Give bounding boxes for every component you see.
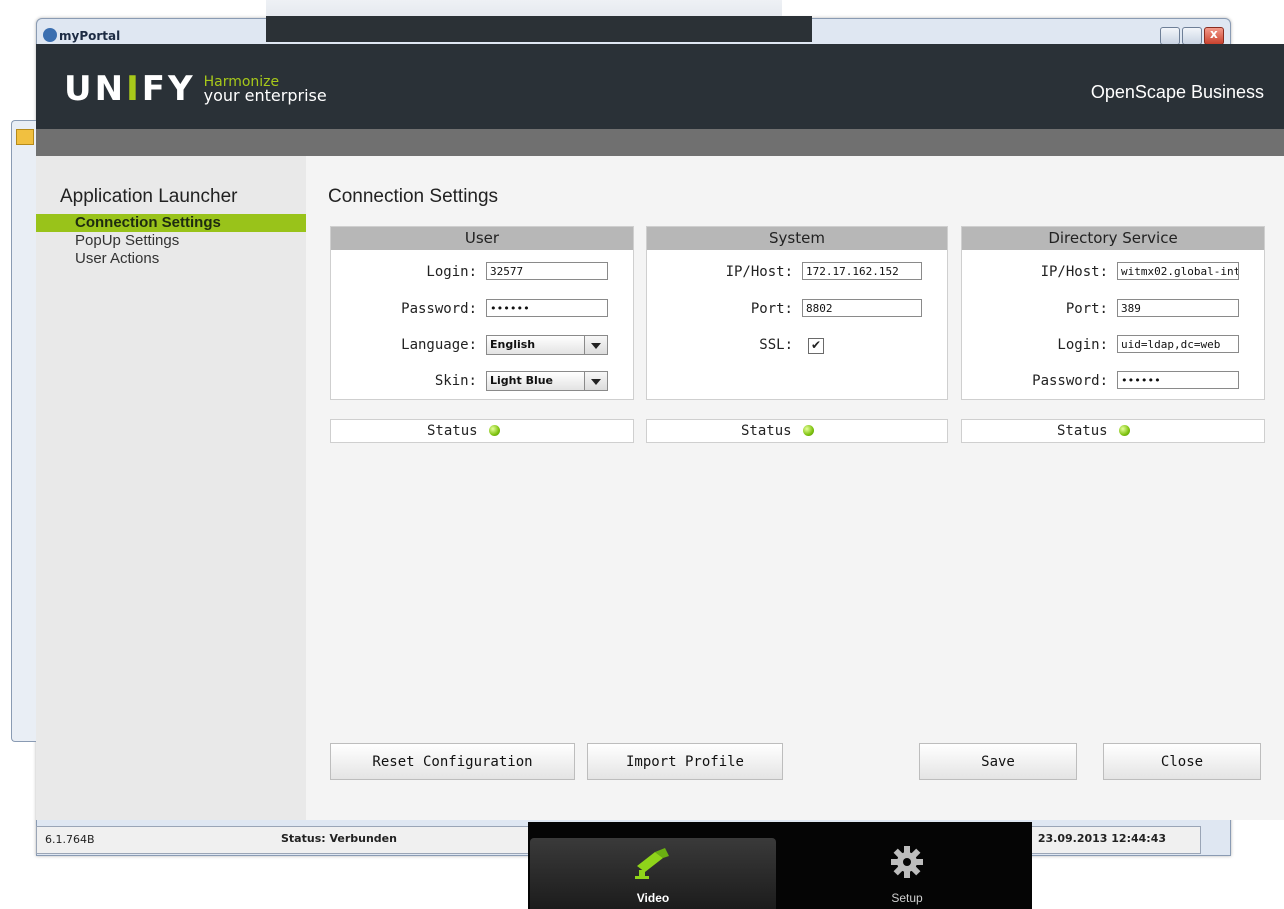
directory-port-field[interactable]: 389 xyxy=(1117,299,1239,317)
directory-host-row: IP/Host: witmx02.global-inti xyxy=(962,262,1264,282)
status-ok-icon xyxy=(489,425,500,436)
sidebar: Application Launcher Connection Settings… xyxy=(36,156,306,820)
user-status-label: Status xyxy=(427,423,478,439)
logo-tagline: Harmonize your enterprise xyxy=(203,74,327,105)
unify-logo: UNIFY Harmonize your enterprise xyxy=(64,72,327,106)
skin-label: Skin: xyxy=(434,373,477,389)
skin-row: Skin: Light Blue xyxy=(331,371,633,391)
ssl-label: SSL: xyxy=(759,337,793,353)
system-host-row: IP/Host: 172.17.162.152 xyxy=(647,262,947,282)
app-header: UNIFY Harmonize your enterprise OpenScap… xyxy=(36,44,1284,129)
background-top-window xyxy=(266,0,812,42)
background-top-bar xyxy=(266,16,812,42)
user-panel-header: User xyxy=(331,227,633,250)
version-label: 6.1.764B xyxy=(45,833,95,846)
chevron-down-icon[interactable] xyxy=(584,336,607,354)
password-field[interactable]: •••••• xyxy=(486,299,608,317)
reset-configuration-button[interactable]: Reset Configuration xyxy=(330,743,575,780)
directory-password-label: Password: xyxy=(1032,373,1108,389)
directory-password-row: Password: •••••• xyxy=(962,371,1264,391)
tab-setup-label: Setup xyxy=(891,891,923,905)
login-field[interactable]: 32577 xyxy=(486,262,608,280)
login-label: Login: xyxy=(426,264,477,280)
password-row: Password: •••••• xyxy=(331,299,633,319)
maximize-button[interactable] xyxy=(1182,27,1202,45)
login-row: Login: 32577 xyxy=(331,262,633,282)
directory-port-row: Port: 389 xyxy=(962,299,1264,319)
system-port-field[interactable]: 8802 xyxy=(802,299,922,317)
logo-wordmark: UNIFY xyxy=(64,69,196,109)
skin-select[interactable]: Light Blue xyxy=(486,371,608,391)
directory-password-field[interactable]: •••••• xyxy=(1117,371,1239,389)
connection-status-label: Status: Verbunden xyxy=(281,832,397,845)
system-port-row: Port: 8802 xyxy=(647,299,947,319)
header-subbar xyxy=(36,129,1284,156)
content-area: Connection Settings User Login: 32577 Pa… xyxy=(306,156,1284,820)
minimize-button[interactable] xyxy=(1160,27,1180,45)
sidebar-item-user-actions[interactable]: User Actions xyxy=(36,250,306,268)
ssl-row: SSL: ✔ xyxy=(647,335,947,355)
directory-host-label: IP/Host: xyxy=(1040,264,1108,280)
sidebar-item-popup-settings[interactable]: PopUp Settings xyxy=(36,232,306,250)
portal-window-title: myPortal xyxy=(59,29,121,43)
directory-host-field[interactable]: witmx02.global-inti xyxy=(1117,262,1239,280)
save-button[interactable]: Save xyxy=(919,743,1077,780)
background-side-window xyxy=(11,120,38,742)
system-status: Status xyxy=(646,419,948,443)
ssl-checkbox[interactable]: ✔ xyxy=(808,338,824,354)
close-window-button[interactable] xyxy=(1204,27,1224,45)
status-ok-icon xyxy=(1119,425,1130,436)
chevron-down-icon[interactable] xyxy=(584,372,607,390)
system-port-label: Port: xyxy=(750,301,793,317)
system-status-label: Status xyxy=(741,423,792,439)
system-host-field[interactable]: 172.17.162.152 xyxy=(802,262,922,280)
directory-port-label: Port: xyxy=(1065,301,1108,317)
datetime-label: 23.09.2013 12:44:43 xyxy=(1037,832,1166,845)
sidebar-title: Application Launcher xyxy=(60,186,238,207)
application-launcher-window: UNIFY Harmonize your enterprise OpenScap… xyxy=(36,44,1284,820)
user-status: Status xyxy=(330,419,634,443)
language-row: Language: English xyxy=(331,335,633,355)
directory-panel: Directory Service IP/Host: witmx02.globa… xyxy=(961,226,1265,400)
window-controls xyxy=(1160,27,1224,45)
directory-status-label: Status xyxy=(1057,423,1108,439)
language-select[interactable]: English xyxy=(486,335,608,355)
status-ok-icon xyxy=(803,425,814,436)
directory-status: Status xyxy=(961,419,1265,443)
user-panel: User Login: 32577 Password: •••••• Langu… xyxy=(330,226,634,400)
close-button[interactable]: Close xyxy=(1103,743,1261,780)
directory-login-row: Login: uid=ldap,dc=web xyxy=(962,335,1264,355)
tab-video-label: Video xyxy=(636,891,670,905)
app-icon xyxy=(16,129,34,145)
directory-login-field[interactable]: uid=ldap,dc=web xyxy=(1117,335,1239,353)
bottom-tab-bar: Video Setup xyxy=(528,822,1032,909)
directory-panel-header: Directory Service xyxy=(962,227,1264,250)
product-name: OpenScape Business xyxy=(1090,82,1264,102)
password-label: Password: xyxy=(401,301,477,317)
language-label: Language: xyxy=(401,337,477,353)
system-panel-header: System xyxy=(647,227,947,250)
tab-setup[interactable]: Setup xyxy=(784,838,1030,909)
import-profile-button[interactable]: Import Profile xyxy=(587,743,783,780)
system-panel: System IP/Host: 172.17.162.152 Port: 880… xyxy=(646,226,948,400)
video-camera-icon xyxy=(635,848,669,879)
tab-video[interactable]: Video xyxy=(530,838,776,909)
gear-icon xyxy=(891,846,923,878)
portal-app-icon xyxy=(43,28,57,42)
system-host-label: IP/Host: xyxy=(725,264,793,280)
directory-login-label: Login: xyxy=(1057,337,1108,353)
page-title: Connection Settings xyxy=(328,186,499,207)
sidebar-item-connection-settings[interactable]: Connection Settings xyxy=(36,214,306,232)
